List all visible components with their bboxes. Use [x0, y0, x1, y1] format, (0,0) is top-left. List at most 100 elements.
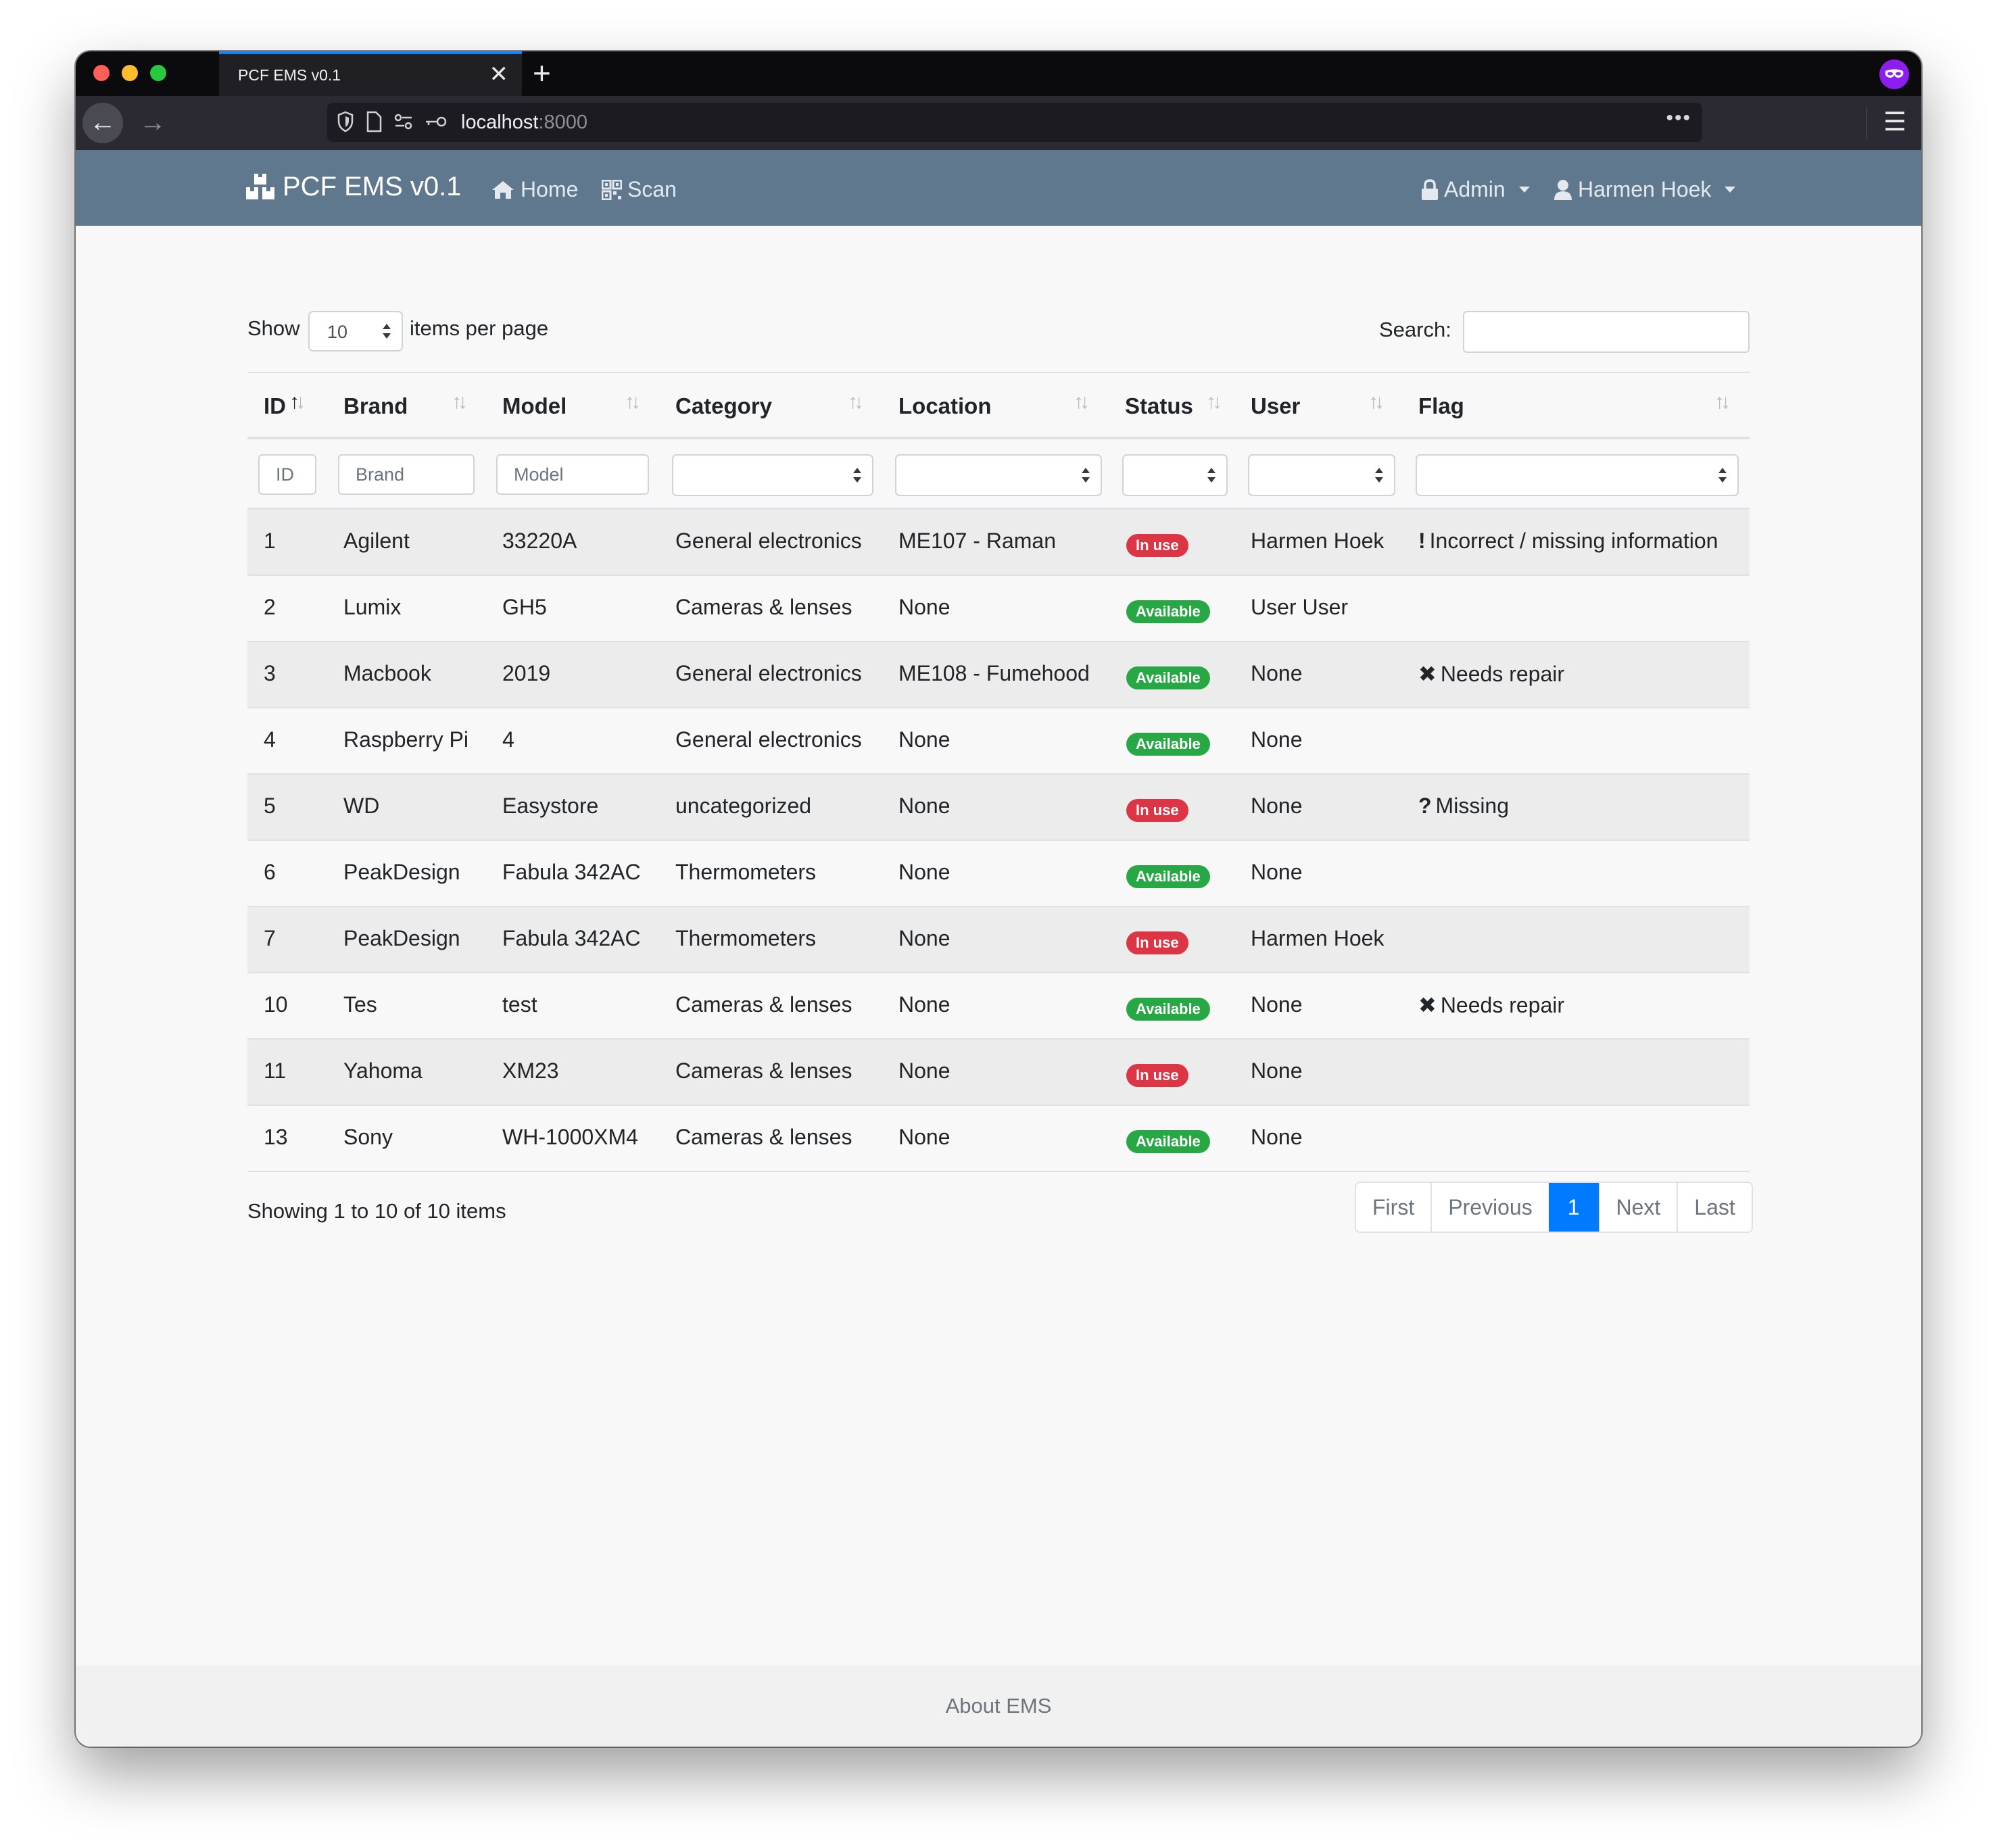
- table-row[interactable]: 7 PeakDesign Fabula 342AC Thermometers None H…: [247, 907, 1750, 973]
- search-input[interactable]: [1463, 311, 1750, 353]
- header-flag[interactable]: Flag: [1418, 393, 1464, 419]
- table-row[interactable]: 10 Tes test Cameras & lenses None None Availab…: [247, 973, 1750, 1040]
- table-row[interactable]: 5 WD Easystore uncategorized None None In use?…: [247, 775, 1750, 841]
- sort-icon[interactable]: ↑↓: [1206, 391, 1222, 414]
- sort-icon[interactable]: ↑↓: [625, 391, 641, 414]
- about-ems-link[interactable]: About EMS: [76, 1694, 1921, 1718]
- per-page-select[interactable]: 10: [308, 311, 403, 351]
- cell-model: Fabula 342AC: [502, 860, 641, 884]
- sort-icon[interactable]: ↑↓: [1074, 391, 1090, 414]
- user-dropdown[interactable]: Harmen Hoek: [1554, 177, 1736, 202]
- page-last-button[interactable]: Last: [1677, 1183, 1751, 1232]
- header-brand[interactable]: Brand: [343, 393, 408, 419]
- table-row[interactable]: 2 Lumix GH5 Cameras & lenses None User User Av…: [247, 576, 1750, 642]
- close-window-button[interactable]: [93, 65, 110, 81]
- cell-category: Cameras & lenses: [675, 992, 852, 1017]
- cell-user: User User: [1251, 595, 1349, 619]
- select-arrows-icon: [853, 468, 861, 483]
- address-bar[interactable]: localhost:8000 •••: [327, 103, 1702, 142]
- cell-brand: Raspberry Pi: [343, 727, 468, 752]
- table-row[interactable]: 3 Macbook 2019 General electronics ME108 - F…: [247, 642, 1750, 708]
- table-row[interactable]: 4 Raspberry Pi 4 General electronics None Non…: [247, 708, 1750, 775]
- cell-location: None: [898, 992, 951, 1017]
- cell-location: None: [898, 926, 951, 950]
- chevron-down-icon: [1725, 187, 1736, 193]
- table-row[interactable]: 1 Agilent 33220A General electronics ME107 -…: [247, 510, 1750, 576]
- page-first-button[interactable]: First: [1356, 1183, 1430, 1232]
- nav-home[interactable]: Home: [491, 177, 578, 202]
- url-host: localhost: [461, 112, 539, 133]
- flag-label: Needs repair: [1440, 992, 1565, 1017]
- cell-location: None: [898, 595, 951, 619]
- admin-dropdown[interactable]: Admin: [1421, 177, 1530, 202]
- table-row[interactable]: 11 Yahoma XM23 Cameras & lenses None None In u…: [247, 1040, 1750, 1106]
- header-location[interactable]: Location: [898, 393, 992, 419]
- sort-icon[interactable]: ↑↓: [1368, 391, 1385, 414]
- filter-user-select[interactable]: [1248, 454, 1395, 496]
- cell-id: 1: [264, 529, 276, 553]
- permissions-icon[interactable]: [393, 111, 414, 132]
- sort-icon[interactable]: ↑↓: [848, 391, 864, 414]
- tools-icon: ✖: [1418, 993, 1437, 1017]
- nav-scan[interactable]: Scan: [602, 177, 677, 202]
- new-tab-button[interactable]: +: [533, 54, 551, 92]
- cell-id: 2: [264, 595, 276, 619]
- header-user[interactable]: User: [1251, 393, 1300, 419]
- brand-link[interactable]: PCF EMS v0.1: [246, 172, 462, 202]
- header-category[interactable]: Category: [675, 393, 772, 419]
- filter-flag-select[interactable]: [1416, 454, 1739, 496]
- table-row[interactable]: 13 Sony WH-1000XM4 Cameras & lenses None None…: [247, 1106, 1750, 1172]
- home-icon: [492, 180, 514, 199]
- maximize-window-button[interactable]: [150, 65, 166, 81]
- qrcode-icon: [602, 179, 622, 200]
- cell-id: 11: [264, 1059, 287, 1083]
- cell-user: None: [1251, 1125, 1303, 1149]
- cell-model: XM23: [502, 1059, 559, 1083]
- key-icon[interactable]: [425, 111, 448, 132]
- header-model[interactable]: Model: [502, 393, 567, 419]
- filter-status-select[interactable]: [1122, 454, 1228, 496]
- filter-brand-input[interactable]: Brand: [338, 454, 475, 495]
- url-text[interactable]: localhost:8000: [461, 112, 587, 134]
- select-arrows-icon: [1082, 468, 1090, 483]
- cell-flag: ? Missing: [1418, 794, 1509, 819]
- page-actions-icon[interactable]: •••: [1666, 107, 1691, 130]
- tools-icon: ✖: [1418, 662, 1437, 686]
- filter-row: ID Brand Model: [247, 439, 1750, 510]
- filter-category-select[interactable]: [672, 454, 873, 496]
- filter-model-input[interactable]: Model: [496, 454, 649, 495]
- cell-flag: ! Incorrect / missing information: [1418, 529, 1718, 554]
- page-previous-button[interactable]: Previous: [1430, 1183, 1549, 1232]
- cell-user: None: [1251, 1059, 1303, 1083]
- cell-user: None: [1251, 727, 1303, 752]
- cell-id: 4: [264, 727, 276, 752]
- close-tab-icon[interactable]: ✕: [489, 61, 509, 88]
- lock-icon: [1422, 178, 1438, 200]
- back-button[interactable]: ←: [82, 103, 123, 143]
- header-id[interactable]: ID: [264, 393, 286, 419]
- menu-icon[interactable]: ☰: [1883, 108, 1906, 137]
- forward-button[interactable]: →: [133, 103, 173, 143]
- sort-icon[interactable]: ↑↓: [452, 391, 468, 414]
- page-1-button[interactable]: 1: [1548, 1183, 1599, 1232]
- browser-tab[interactable]: PCF EMS v0.1 ✕: [219, 51, 522, 96]
- cell-category: Cameras & lenses: [675, 595, 852, 619]
- search-label: Search:: [1379, 318, 1451, 341]
- status-badge: Available: [1126, 865, 1210, 888]
- table-header: ID ↑↓ Brand ↑↓ Model ↑↓ Category ↑↓ Loca…: [247, 372, 1750, 439]
- filter-id-input[interactable]: ID: [258, 454, 316, 495]
- sort-icon[interactable]: ↑↓: [289, 391, 306, 414]
- sort-icon[interactable]: ↑↓: [1714, 391, 1731, 414]
- header-status[interactable]: Status: [1125, 393, 1193, 419]
- url-port: :8000: [538, 112, 588, 133]
- minimize-window-button[interactable]: [122, 65, 138, 81]
- cell-id: 6: [264, 860, 276, 884]
- filter-location-select[interactable]: [895, 454, 1102, 496]
- page-next-button[interactable]: Next: [1598, 1183, 1677, 1232]
- main-content: Show 10 items per page Search: ID ↑↓ Bra…: [76, 226, 1921, 1665]
- select-arrows-icon: [1207, 468, 1216, 483]
- shield-icon[interactable]: [337, 111, 354, 132]
- page-icon[interactable]: [365, 111, 383, 132]
- table-row[interactable]: 6 PeakDesign Fabula 342AC Thermometers None N…: [247, 841, 1750, 907]
- cell-user: None: [1251, 794, 1303, 818]
